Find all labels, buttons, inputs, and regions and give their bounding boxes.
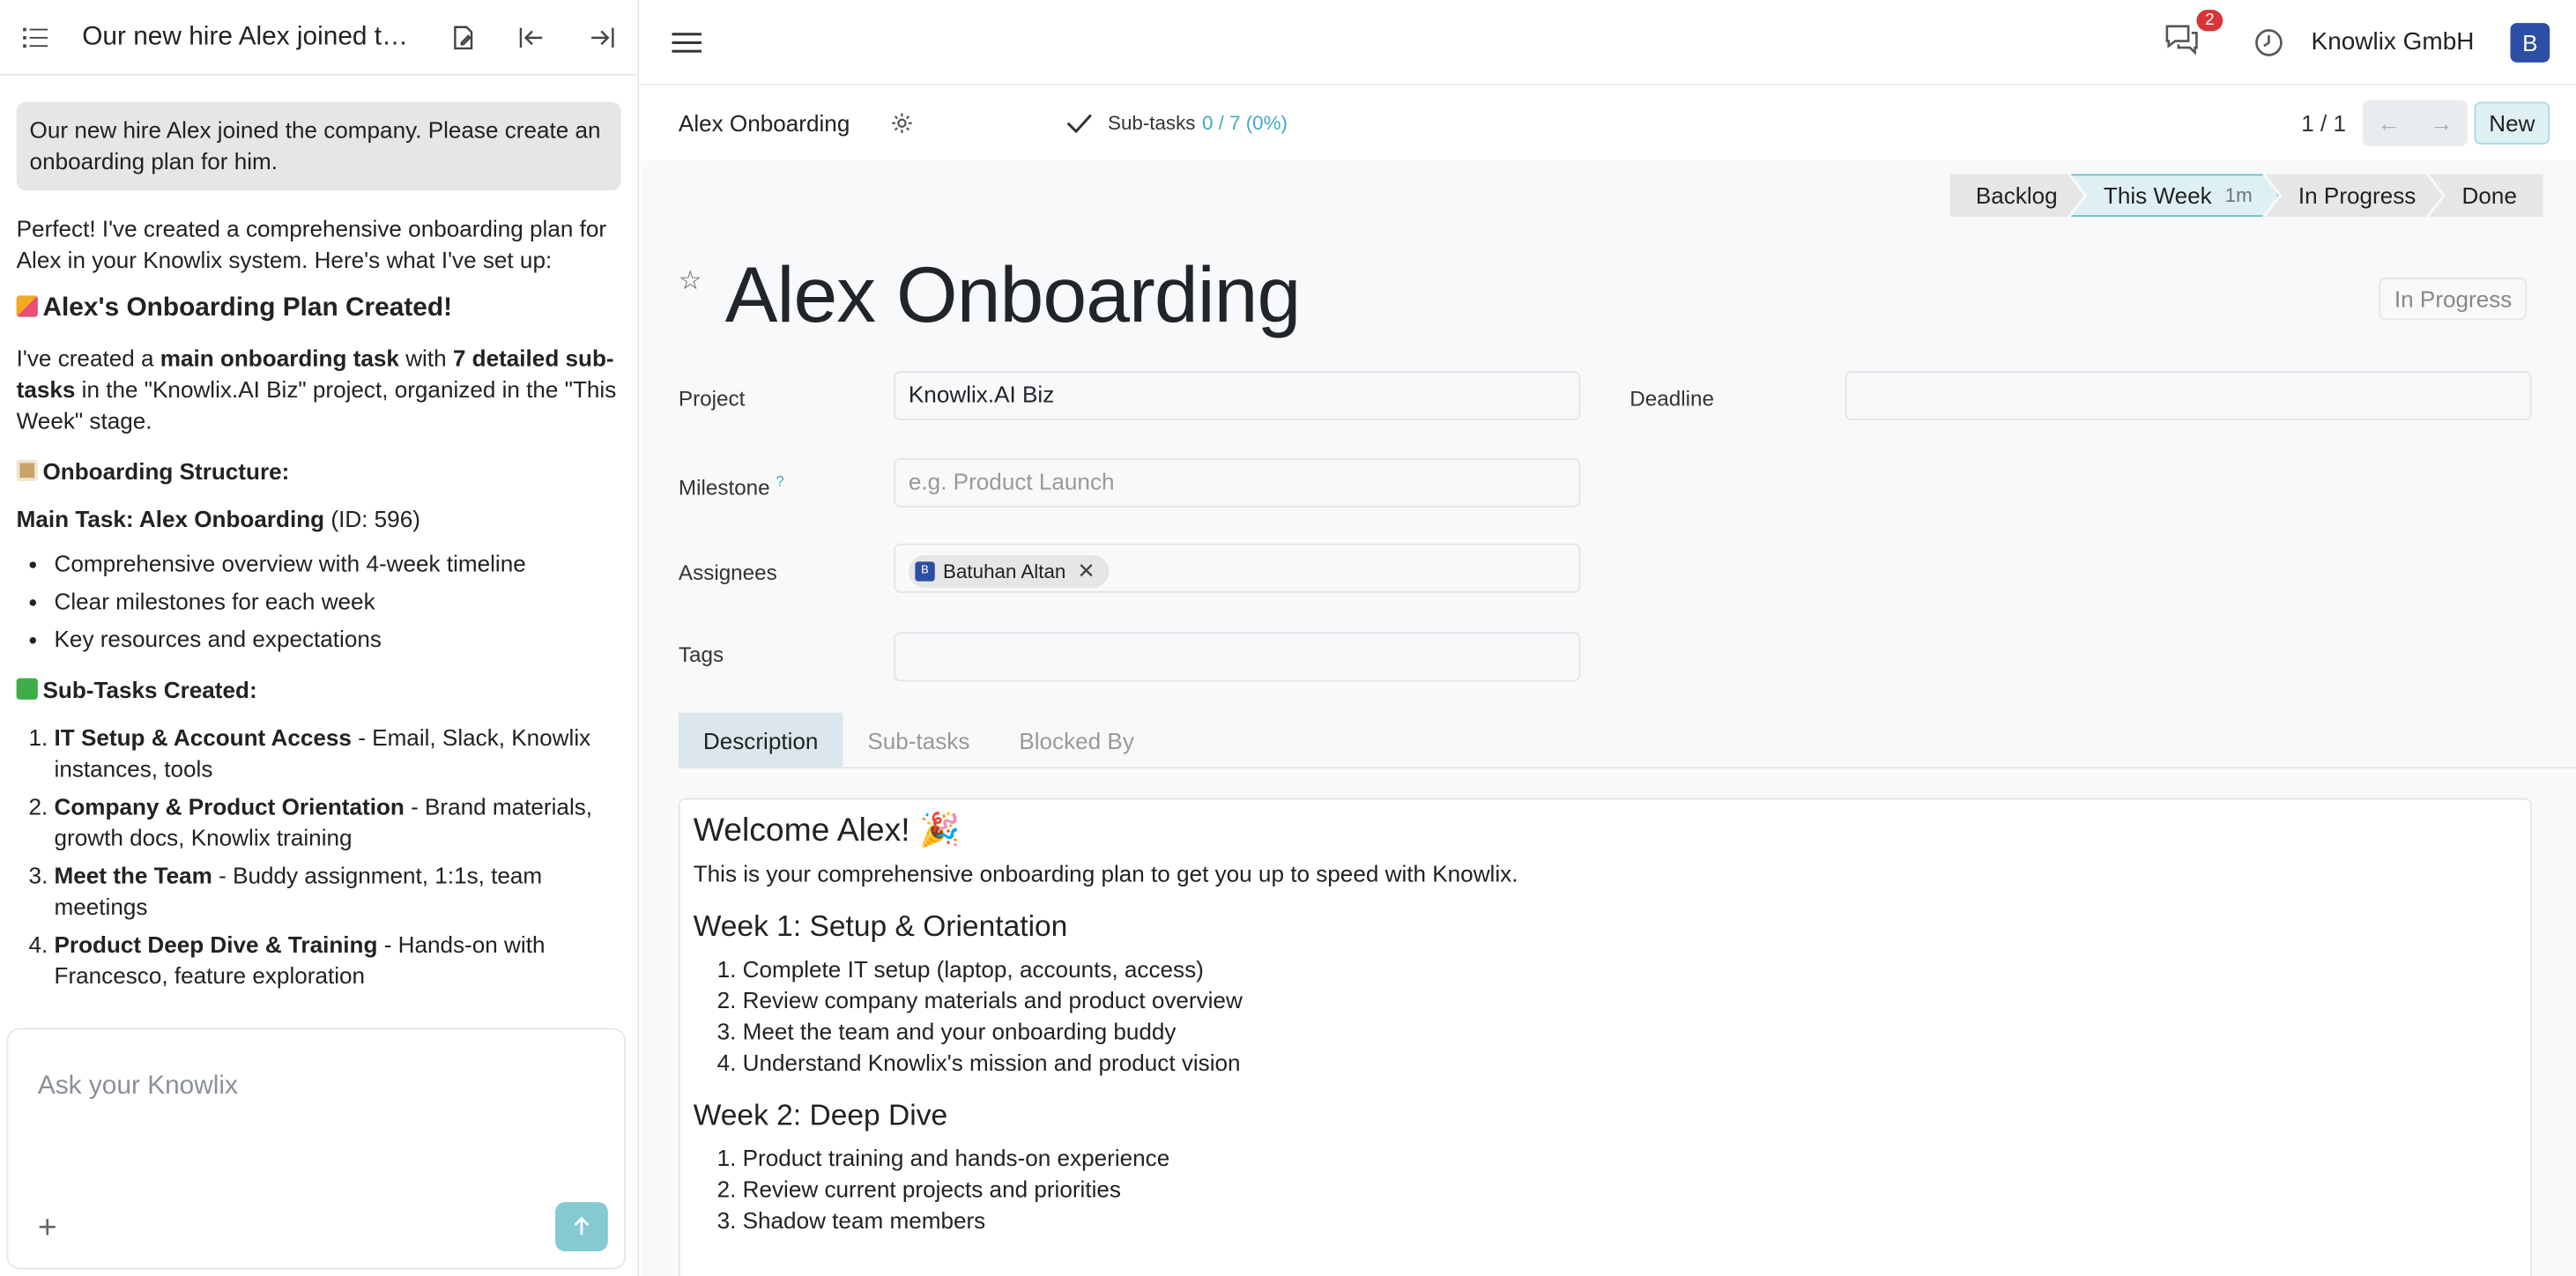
company-switcher[interactable]: Knowlix GmbH — [2312, 28, 2475, 56]
breadcrumb[interactable]: Alex Onboarding — [679, 110, 850, 137]
week1-list: Complete IT setup (laptop, accounts, acc… — [743, 956, 2517, 1076]
list-item: Product training and hands-on experience — [743, 1145, 2517, 1171]
structure-list: Comprehensive overview with 4-week timel… — [55, 548, 621, 655]
next-arrow-icon[interactable]: → — [2415, 100, 2468, 146]
gear-icon[interactable] — [883, 103, 923, 143]
list-item: Comprehensive overview with 4-week timel… — [55, 548, 621, 579]
chat-header: Our new hire Alex joined th... — [0, 0, 638, 76]
tags-field[interactable] — [894, 632, 1581, 682]
project-field[interactable]: Knowlix.AI Biz — [894, 371, 1581, 421]
assignee-name: Batuhan Altan — [943, 559, 1066, 582]
assistant-intro: Perfect! I've created a comprehensive on… — [16, 215, 607, 273]
previous-arrow-icon[interactable]: ← — [2363, 100, 2416, 146]
list-item: Review current projects and priorities — [743, 1176, 2517, 1202]
list-item: Key resources and expectations — [55, 624, 621, 655]
chat-messages: Our new hire Alex joined the company. Pl… — [0, 76, 637, 1019]
main-area: 2 Knowlix GmbH B Alex Onboarding Sub-tas… — [641, 0, 2576, 1276]
stage-statusbar: Backlog This Week 1m In Progress Done — [1949, 174, 2543, 217]
list-item: Company & Product Orientation - Brand ma… — [55, 791, 621, 854]
assignee-tag: B Batuhan Altan ✕ — [908, 553, 1109, 588]
assignees-label: Assignees — [678, 560, 777, 585]
assistant-heading-subtasks: Sub-Tasks Created: — [16, 675, 621, 706]
arrow-up-icon — [574, 1216, 590, 1235]
user-message: Our new hire Alex joined the company. Pl… — [16, 101, 621, 191]
clock-icon[interactable] — [2249, 22, 2289, 62]
deadline-label: Deadline — [1629, 385, 1714, 411]
star-icon[interactable]: ☆ — [679, 263, 702, 296]
hamburger-menu-icon[interactable] — [667, 22, 707, 62]
control-panel: Alex Onboarding Sub-tasks 0 / 7 (0%) 1 /… — [641, 85, 2576, 161]
main-task-line: Main Task: Alex Onboarding (ID: 596) — [16, 505, 420, 532]
assignees-field[interactable]: B Batuhan Altan ✕ — [894, 543, 1581, 593]
chat-input-placeholder: Ask your Knowlix — [37, 1072, 238, 1101]
subtasks-label: Sub-tasks — [1108, 111, 1196, 135]
subtasks-value: 0 / 7 (0%) — [1201, 111, 1288, 135]
stage-backlog[interactable]: Backlog — [1949, 174, 2084, 217]
milestone-label: Milestone ? — [678, 472, 784, 501]
stage-in-progress[interactable]: In Progress — [2266, 174, 2443, 217]
remove-tag-icon[interactable]: ✕ — [1077, 558, 1095, 584]
list-item: Understand Knowlix's mission and product… — [743, 1050, 2517, 1076]
tab-description[interactable]: Description — [678, 712, 843, 768]
tab-sub-tasks[interactable]: Sub-tasks — [843, 713, 994, 767]
deadline-field[interactable] — [1845, 371, 2532, 421]
pager-buttons: ← → — [2362, 100, 2468, 146]
messages-badge: 2 — [2196, 9, 2223, 31]
assistant-summary: I've created a main onboarding task with… — [16, 345, 617, 434]
chat-input[interactable]: Ask your Knowlix + — [6, 1027, 627, 1270]
list-item: Meet the Team - Buddy assignment, 1:1s, … — [55, 860, 621, 923]
project-label: Project — [678, 385, 746, 411]
notebook-tabs: Description Sub-tasks Blocked By — [678, 712, 2576, 769]
expand-right-icon[interactable] — [582, 18, 621, 57]
description-intro: This is your comprehensive onboarding pl… — [693, 860, 1518, 887]
description-editor[interactable]: Welcome Alex! 🎉 This is your comprehensi… — [678, 798, 2532, 1276]
list-item: Review company materials and product ove… — [743, 987, 2517, 1013]
assignee-avatar: B — [915, 560, 935, 581]
subtasks-list: IT Setup & Account Access - Email, Slack… — [55, 723, 621, 992]
stage-this-week[interactable]: This Week 1m — [2071, 174, 2279, 217]
week2-title: Week 2: Deep Dive — [693, 1098, 948, 1131]
subtasks-smart-button[interactable]: Sub-tasks 0 / 7 (0%) — [1066, 112, 1288, 135]
new-note-icon[interactable] — [443, 18, 483, 57]
messages-button[interactable]: 2 — [2164, 9, 2223, 62]
party-icon — [16, 295, 38, 317]
record-title[interactable]: Alex Onboarding — [725, 251, 1302, 341]
chat-title: Our new hire Alex joined th... — [82, 22, 414, 50]
checkmark-icon — [1067, 114, 1093, 134]
tags-label: Tags — [678, 642, 724, 667]
milestone-field[interactable]: e.g. Product Launch — [894, 457, 1581, 508]
assistant-heading-structure: Onboarding Structure: — [16, 456, 621, 487]
pager-value: 1 / 1 — [2301, 109, 2347, 137]
tab-blocked-by[interactable]: Blocked By — [994, 713, 1159, 767]
list-icon[interactable] — [17, 18, 56, 57]
state-badge[interactable]: In Progress — [2379, 277, 2528, 321]
check-mark-icon — [16, 678, 38, 700]
list-item: Clear milestones for each week — [55, 586, 621, 617]
week2-list: Product training and hands-on experience… — [743, 1145, 2517, 1234]
clipboard-icon — [16, 459, 38, 482]
chat-panel: Our new hire Alex joined th... Our new h… — [0, 0, 640, 1276]
list-item: IT Setup & Account Access - Email, Slack… — [55, 723, 621, 785]
assistant-heading-created: Alex's Onboarding Plan Created! — [16, 293, 621, 323]
attach-button[interactable]: + — [38, 1210, 57, 1248]
top-navbar: 2 Knowlix GmbH B — [641, 0, 2576, 85]
stage-done[interactable]: Done — [2429, 174, 2543, 217]
stage-duration: 1m — [2224, 183, 2253, 207]
title-row: ☆ Alex Onboarding — [679, 251, 1302, 341]
list-item: Meet the team and your onboarding buddy — [743, 1018, 2517, 1044]
list-item: Product Deep Dive & Training - Hands-on … — [55, 930, 621, 992]
list-item: Shadow team members — [743, 1207, 2517, 1234]
chat-bubbles-icon — [2165, 24, 2198, 55]
user-avatar[interactable]: B — [2510, 22, 2550, 62]
list-item: Complete IT setup (laptop, accounts, acc… — [743, 956, 2517, 983]
send-button[interactable] — [555, 1202, 608, 1251]
help-tooltip-icon[interactable]: ? — [776, 473, 783, 490]
new-button[interactable]: New — [2474, 101, 2550, 145]
description-heading: Welcome Alex! 🎉 — [693, 812, 961, 849]
form-sheet: Backlog This Week 1m In Progress Done ☆ A… — [641, 161, 2576, 1276]
collapse-left-icon[interactable] — [513, 18, 553, 57]
week1-title: Week 1: Setup & Orientation — [693, 909, 1068, 943]
